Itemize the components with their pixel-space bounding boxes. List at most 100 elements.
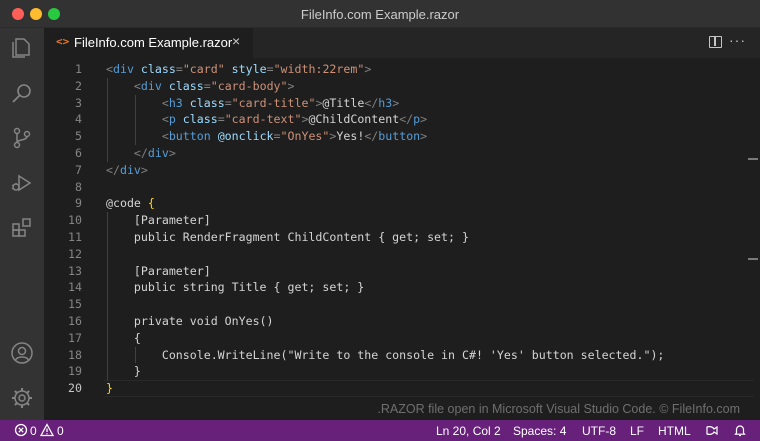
line-number: 3 [75,95,82,110]
settings-gear-icon[interactable] [10,386,34,410]
account-icon[interactable] [10,341,34,365]
warning-count[interactable]: 0 [57,424,64,438]
line-number: 15 [68,297,82,312]
code-token: < [161,129,169,144]
code-token: @onclick [210,129,274,144]
warning-icon[interactable] [40,423,54,437]
line-number: 16 [68,314,82,328]
code-token: > [420,112,428,127]
code-line[interactable]: 10 [Parameter] [44,212,760,229]
code-token: "card-text" [224,112,302,127]
tab-razor-file[interactable]: <> FileInfo.com Example.razor × [44,28,254,58]
code-text: [Parameter] [106,212,211,229]
scrollbar-mark [748,258,758,260]
code-token: > [420,129,428,144]
code-token: </ [133,146,148,160]
line-number: 19 [68,364,82,379]
line-number: 20 [68,381,82,396]
code-line[interactable]: 19 } [44,363,760,380]
code-token: > [168,146,176,160]
end-of-line[interactable]: LF [630,424,644,438]
code-token: } [106,364,141,379]
code-token: > [364,62,372,76]
window-title: FileInfo.com Example.razor [300,7,460,22]
more-actions-icon[interactable]: ··· [729,32,746,48]
code-token: button [168,129,211,144]
code-token: = [273,129,281,144]
code-token: class [175,112,218,127]
code-token: class [182,95,225,110]
code-line[interactable]: 16 private void OnYes() [44,313,760,330]
code-line[interactable]: 3 <h3 class="card-title">@Title</h3> [44,95,760,112]
code-text: <p class="card-text">@ChildContent</p> [106,111,427,128]
line-number: 10 [68,213,82,228]
line-number: 18 [68,347,82,362]
code-token: h3 [378,95,393,110]
code-token: "width:22rem" [273,62,365,76]
code-token: Console.WriteLine("Write to the console … [106,347,665,362]
code-line[interactable]: 14 public string Title { get; set; } [44,279,760,296]
source-control-icon[interactable] [10,126,34,150]
line-number: 13 [68,263,82,278]
code-token: h3 [168,95,183,110]
line-number: 17 [68,330,82,345]
code-line[interactable]: 2 <div class="card-body"> [44,78,760,95]
line-number: 14 [68,280,82,295]
code-token: @ChildContent [308,112,400,127]
code-token: = [217,112,225,127]
code-token: div [119,162,141,177]
code-token: [Parameter] [106,263,211,278]
code-token: Yes! [336,129,365,144]
code-token: </ [399,112,414,127]
code-line[interactable]: 13 [Parameter] [44,263,760,280]
code-token: > [140,162,148,177]
extensions-icon[interactable] [10,216,34,240]
code-line[interactable]: 7 </div> [44,162,760,179]
close-tab-icon[interactable]: × [232,33,240,49]
code-text: @code { [106,195,155,212]
tab-label: FileInfo.com Example.razor [74,35,233,50]
code-line[interactable]: 5 <button @onclick="OnYes">Yes!</button> [44,128,760,145]
explorer-icon[interactable] [10,36,34,60]
code-line[interactable]: 15 [44,296,760,313]
code-text: } [106,380,113,397]
cursor-position[interactable]: Ln 20, Col 2 [436,424,501,438]
code-text: <div class="card" style="width:22rem"> [106,61,371,78]
code-line[interactable]: 20} [44,380,760,397]
code-line[interactable]: 12 [44,246,760,263]
feedback-icon[interactable] [705,423,719,437]
code-token: div [147,146,169,160]
code-token: > [392,95,400,110]
run-debug-icon[interactable] [10,171,34,195]
code-line[interactable]: 4 <p class="card-text">@ChildContent</p> [44,111,760,128]
code-line[interactable]: 11 public RenderFragment ChildContent { … [44,229,760,246]
notifications-bell-icon[interactable] [733,423,747,437]
code-line[interactable]: 18 Console.WriteLine("Write to the conso… [44,347,760,364]
indentation[interactable]: Spaces: 4 [513,424,566,438]
code-line[interactable]: 17 { [44,330,760,347]
error-count[interactable]: 0 [30,424,37,438]
code-line[interactable]: 1 <div class="card" style="width:22rem"> [44,61,760,78]
code-line[interactable]: 6 </div> [44,145,760,162]
title-bar: FileInfo.com Example.razor [0,0,760,28]
code-token: style [224,62,267,76]
language-mode[interactable]: HTML [658,424,691,438]
code-text: } [106,363,141,380]
code-line[interactable]: 8 [44,179,760,196]
code-line[interactable]: 9 @code { [44,195,760,212]
code-text: </div> [106,145,176,162]
error-icon[interactable] [14,423,28,437]
split-editor-icon[interactable] [709,36,722,48]
code-token: </ [364,129,379,144]
code-token: < [133,78,141,93]
line-number: 2 [75,78,82,93]
code-text: [Parameter] [106,263,211,280]
encoding[interactable]: UTF-8 [582,424,616,438]
code-editor[interactable]: 1 <div class="card" style="width:22rem"> 2… [44,58,760,420]
code-token: div [140,78,162,93]
search-icon[interactable] [10,82,34,106]
